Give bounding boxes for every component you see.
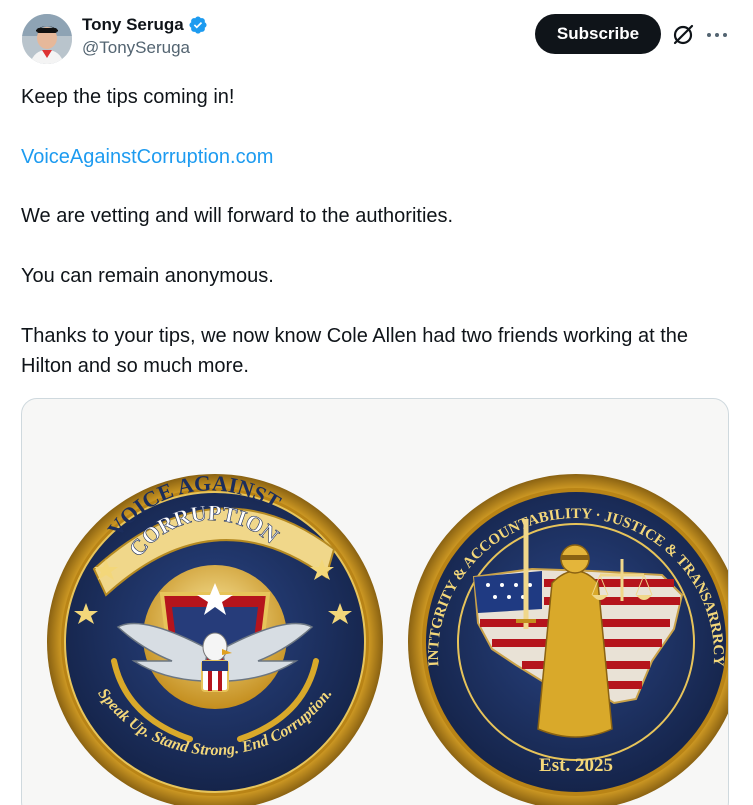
right-coin-established: Est. 2025 [539, 755, 613, 776]
tweet-card: Tony Seruga @TonySeruga Subscribe Keep t… [0, 0, 753, 805]
more-options-icon[interactable] [704, 22, 730, 48]
left-coin: VOICE AGAINST CORRUPTION Speak Up. Stand… [47, 470, 383, 805]
right-coin: INTTGRITY & ACCOUNTABILITY · JUSTICE & T… [408, 474, 728, 805]
tweet-text-line-5: Thanks to your tips, we now know Cole Al… [21, 325, 689, 377]
tweet-text-line-1: Keep the tips coming in! [21, 86, 235, 108]
author-handle[interactable]: @TonySeruga [82, 38, 208, 58]
author-name[interactable]: Tony Seruga [82, 15, 184, 35]
subscribe-button[interactable]: Subscribe [535, 14, 661, 54]
tweet-text-line-3: We are vetting and will forward to the a… [21, 205, 454, 227]
grok-icon[interactable] [670, 22, 696, 48]
tweet-text-line-4: You can remain anonymous. [21, 265, 274, 287]
verified-badge-icon[interactable] [188, 15, 208, 35]
tweet-image[interactable]: VOICE AGAINST CORRUPTION Speak Up. Stand… [21, 398, 729, 805]
author-block: Tony Seruga @TonySeruga [82, 15, 208, 58]
tweet-link[interactable]: VoiceAgainstCorruption.com [21, 146, 273, 168]
author-avatar[interactable] [22, 14, 72, 64]
